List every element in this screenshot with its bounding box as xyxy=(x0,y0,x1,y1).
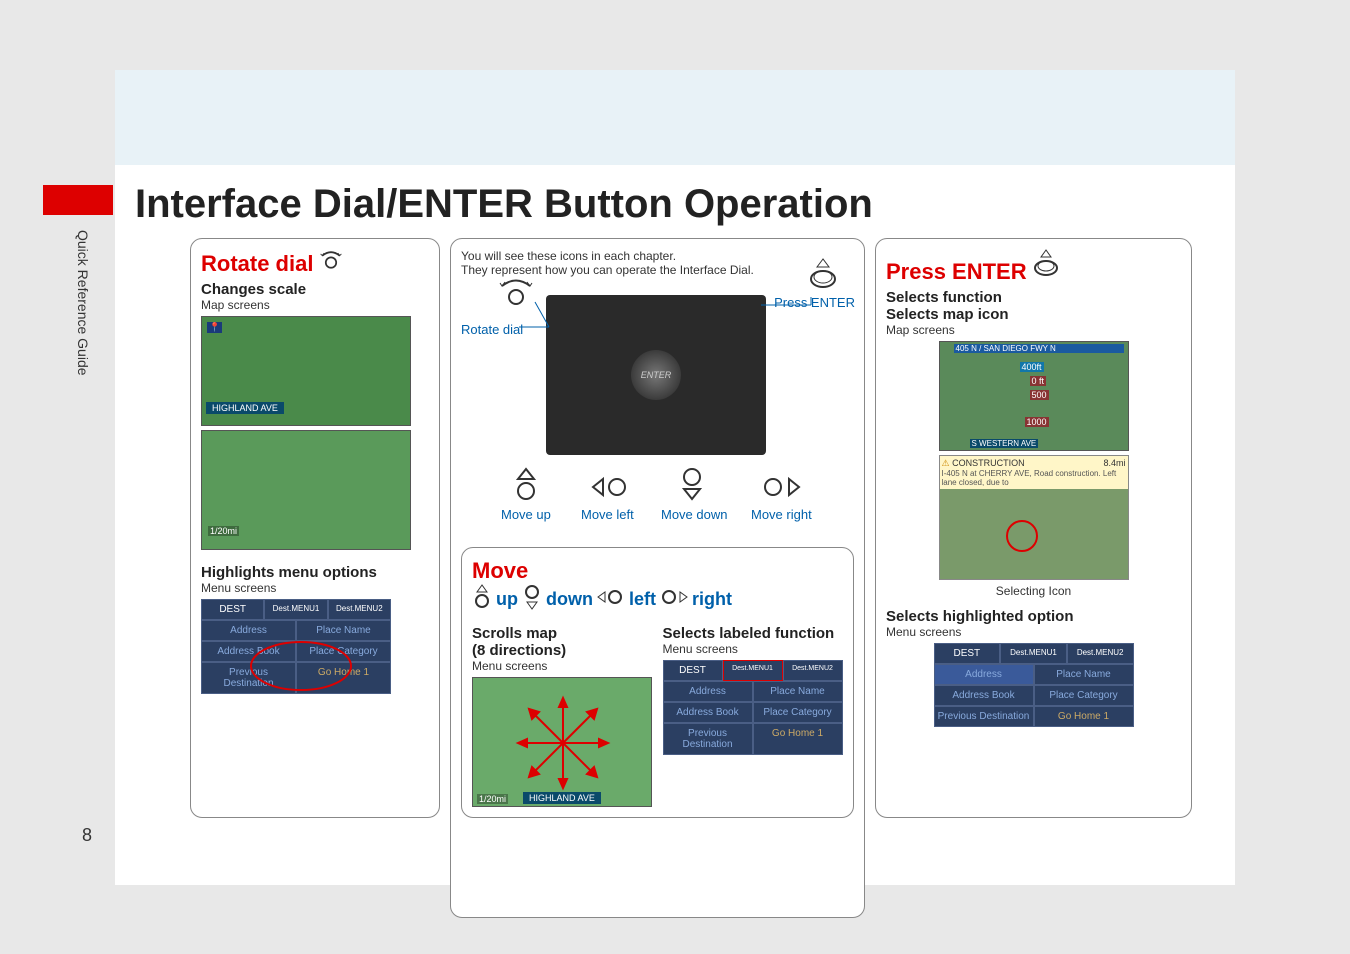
rotate-dial-icon xyxy=(318,249,344,271)
highlights-menu-label: Highlights menu options xyxy=(201,564,429,581)
map-screenshot-zoomed: 📍 HIGHLAND AVE xyxy=(201,316,411,426)
selects-labeled-label: Selects labeled function xyxy=(663,625,844,642)
move-left-icon xyxy=(597,588,625,611)
map-screenshot-wide: 1/20mi xyxy=(201,430,411,550)
move-heading: Move xyxy=(472,558,843,584)
scale-label: 1/20mi xyxy=(477,794,508,804)
move-panel: Move up down left right Scrolls map (8 d… xyxy=(461,547,854,818)
move-right-label: Move right xyxy=(751,507,812,522)
dial-diagram: Press ENTER ENTER Rotate dial Move up Mo… xyxy=(461,277,851,537)
move-up-icon xyxy=(472,584,492,615)
move-down-icon xyxy=(677,467,707,506)
page-number: 8 xyxy=(82,825,92,846)
right-label: right xyxy=(692,589,732,610)
menu-screens-label-4: Menu screens xyxy=(886,625,1181,639)
leader-line-enter xyxy=(761,287,821,357)
diagram-panel: You will see these icons in each chapter… xyxy=(450,238,865,918)
enter-knob: ENTER xyxy=(631,350,681,400)
red-accent-box xyxy=(43,185,113,215)
western-ave-label: S WESTERN AVE xyxy=(970,439,1039,448)
press-enter-panel: Press ENTER Selects function Selects map… xyxy=(875,238,1192,818)
freeway-label: 405 N / SAN DIEGO FWY N xyxy=(954,344,1124,353)
rotate-dial-label: Rotate dial xyxy=(201,251,313,276)
move-up-label: Move up xyxy=(501,507,551,522)
intro-line-2: They represent how you can operate the I… xyxy=(461,263,854,277)
highland-ave-label: HIGHLAND AVE xyxy=(206,402,284,414)
selection-circle-icon xyxy=(1005,519,1039,553)
construction-popup: ⚠ CONSTRUCTION 8.4mi I-405 N at CHERRY A… xyxy=(939,455,1129,580)
move-left-label: Move left xyxy=(581,507,634,522)
selects-function-label: Selects function xyxy=(886,289,1181,306)
dest-menu-screenshot-1: DEST Dest.MENU1 Dest.MENU2 AddressPlace … xyxy=(201,599,391,694)
menu-screens-label-1: Menu screens xyxy=(201,581,429,595)
construction-map xyxy=(940,489,1128,579)
construction-header: ⚠ CONSTRUCTION 8.4mi I-405 N at CHERRY A… xyxy=(940,456,1128,489)
up-label: up xyxy=(496,589,518,610)
press-enter-heading: Press ENTER xyxy=(886,249,1181,285)
left-label: left xyxy=(629,589,656,610)
map-screens-label-2: Map screens xyxy=(886,323,1181,337)
construction-distance: 8.4mi xyxy=(1103,458,1125,468)
move-direction-line: up down left right xyxy=(472,584,843,615)
dest-menu-screenshot-2: DESTDest.MENU1Dest.MENU2 AddressPlace Na… xyxy=(663,660,843,755)
top-bar xyxy=(115,70,1235,165)
leader-line-rotate xyxy=(519,299,579,329)
highland-ave-label-2: HIGHLAND AVE xyxy=(523,792,601,804)
page-title: Interface Dial/ENTER Button Operation xyxy=(135,182,873,227)
freeway-screenshot: 405 N / SAN DIEGO FWY N 400ft 0 ft 500 1… xyxy=(939,341,1129,451)
dest-header: DEST xyxy=(201,599,264,620)
scrolls-map-column: Scrolls map (8 directions) Menu screens xyxy=(472,621,653,807)
press-enter-label: Press ENTER xyxy=(886,259,1027,284)
selecting-icon-caption: Selecting Icon xyxy=(886,584,1181,598)
document-page: Interface Dial/ENTER Button Operation Qu… xyxy=(115,70,1235,885)
move-down-label: Move down xyxy=(661,507,727,522)
changes-scale-label: Changes scale xyxy=(201,281,429,298)
move-up-icon xyxy=(511,467,541,506)
direction-arrows-icon xyxy=(513,693,613,793)
scrolls-8dir-label: (8 directions) xyxy=(472,642,653,659)
rotate-dial-panel: Rotate dial Changes scale Map screens 📍 … xyxy=(190,238,440,818)
move-right-icon xyxy=(660,588,688,611)
rotate-dial-label-diagram: Rotate dial xyxy=(461,322,523,337)
selects-highlighted-label: Selects highlighted option xyxy=(886,608,1181,625)
press-enter-icon xyxy=(1031,266,1061,283)
move-right-icon xyxy=(761,475,801,504)
down-label: down xyxy=(546,589,593,610)
intro-line-1: You will see these icons in each chapter… xyxy=(461,249,854,263)
map-screens-label: Map screens xyxy=(201,298,429,312)
move-down-icon xyxy=(522,584,542,615)
scroll-map-screenshot: 1/20mi HIGHLAND AVE xyxy=(472,677,652,807)
construction-body-text: I-405 N at CHERRY AVE, Road construction… xyxy=(942,469,1126,487)
dial-photo: ENTER xyxy=(546,295,766,455)
construction-title: CONSTRUCTION xyxy=(952,458,1025,468)
selects-labeled-column: Selects labeled function Menu screens DE… xyxy=(663,621,844,807)
menu-screens-label-2: Menu screens xyxy=(472,659,653,673)
sidebar-section-label: Quick Reference Guide xyxy=(75,230,91,376)
move-left-icon xyxy=(591,475,631,504)
scrolls-map-label: Scrolls map xyxy=(472,625,653,642)
dest-menu-screenshot-3: DESTDest.MENU1Dest.MENU2 AddressPlace Na… xyxy=(934,643,1134,727)
rotate-dial-heading: Rotate dial xyxy=(201,249,429,277)
selects-map-icon-label: Selects map icon xyxy=(886,306,1181,323)
menu-screens-label-3: Menu screens xyxy=(663,642,844,656)
